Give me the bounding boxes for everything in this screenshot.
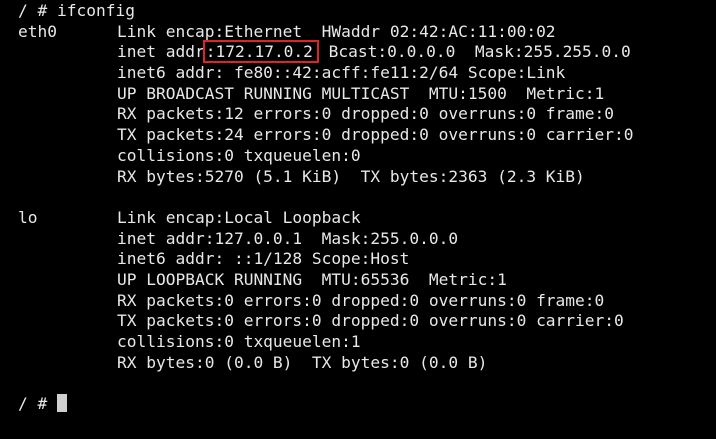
lo-line-8: RX bytes:0 (0.0 B) TX bytes:0 (0.0 B): [18, 353, 708, 374]
lo-inet: inet addr:127.0.0.1 Mask:255.0.0.0: [117, 228, 459, 248]
lo-collisions: collisions:0 txqueuelen:1: [117, 332, 361, 351]
eth0-inet6: inet6 addr: fe80::42:acff:fe11:2/64 Scop…: [117, 63, 566, 83]
interface-name-lo: lo: [18, 207, 38, 227]
lo-line-7: collisions:0 txqueuelen:1: [18, 332, 708, 353]
lo-link-encap: Link encap:Local Loopback: [117, 207, 361, 227]
lo-rx-packets: RX packets:0 errors:0 dropped:0 overruns…: [117, 290, 605, 310]
eth0-collisions: collisions:0 txqueuelen:0: [117, 145, 361, 165]
eth0-inet-label: inet addr: [117, 42, 205, 62]
input-prompt-line[interactable]: / #: [18, 394, 708, 415]
terminal-output[interactable]: / # ifconfig eth0 Link encap:Ethernet HW…: [18, 1, 708, 415]
lo-line-3: inet6 addr: ::1/128 Scope:Host: [18, 249, 708, 270]
eth0-tx-packets: TX packets:24 errors:0 dropped:0 overrun…: [117, 125, 634, 145]
eth0-line-6: TX packets:24 errors:0 dropped:0 overrun…: [18, 125, 708, 146]
eth0-inet-line: inet addr:172.17.0.2 Bcast:0.0.0.0 Mask:…: [18, 40, 708, 64]
prompt: / #: [18, 394, 48, 414]
lo-tx-packets: TX packets:0 errors:0 dropped:0 overruns…: [117, 311, 624, 331]
eth0-bcast-mask: Bcast:0.0.0.0 Mask:255.255.0.0: [318, 42, 631, 62]
eth0-line-3: inet6 addr: fe80::42:acff:fe11:2/64 Scop…: [18, 63, 708, 84]
lo-bytes: RX bytes:0 (0.0 B) TX bytes:0 (0.0 B): [117, 352, 488, 372]
lo-line-2: inet addr:127.0.0.1 Mask:255.0.0.0: [18, 229, 708, 250]
eth0-line-8: RX bytes:5270 (5.1 KiB) TX bytes:2363 (2…: [18, 167, 708, 188]
command-text: ifconfig: [57, 1, 135, 20]
lo-inet6: inet6 addr: ::1/128 Scope:Host: [117, 249, 410, 269]
lo-line-5: RX packets:0 errors:0 dropped:0 overruns…: [18, 291, 708, 312]
eth0-flags: UP BROADCAST RUNNING MULTICAST MTU:1500 …: [117, 83, 605, 103]
interface-name-eth0: eth0: [18, 21, 57, 41]
eth0-link-encap: Link encap:Ethernet HWaddr 02:42:AC:11:0…: [117, 21, 556, 41]
lo-line-6: TX packets:0 errors:0 dropped:0 overruns…: [18, 311, 708, 332]
eth0-bytes: RX bytes:5270 (5.1 KiB) TX bytes:2363 (2…: [117, 166, 585, 186]
highlighted-ip-address: :172.17.0.2: [202, 40, 319, 64]
text-cursor: [57, 394, 67, 413]
prompt: / #: [18, 1, 48, 20]
eth0-inet-wrapper: inet addr:172.17.0.2 Bcast:0.0.0.0 Mask:…: [117, 40, 631, 64]
lo-line-4: UP LOOPBACK RUNNING MTU:65536 Metric:1: [18, 270, 708, 291]
lo-line-1: lo Link encap:Local Loopback: [18, 208, 708, 229]
eth0-line-5: RX packets:12 errors:0 dropped:0 overrun…: [18, 104, 708, 125]
command-line: / # ifconfig: [18, 1, 708, 22]
eth0-line-7: collisions:0 txqueuelen:0: [18, 146, 708, 167]
eth0-line-1: eth0 Link encap:Ethernet HWaddr 02:42:AC…: [18, 22, 708, 43]
eth0-rx-packets: RX packets:12 errors:0 dropped:0 overrun…: [117, 104, 615, 124]
eth0-line-4: UP BROADCAST RUNNING MULTICAST MTU:1500 …: [18, 84, 708, 105]
lo-flags: UP LOOPBACK RUNNING MTU:65536 Metric:1: [117, 269, 507, 289]
